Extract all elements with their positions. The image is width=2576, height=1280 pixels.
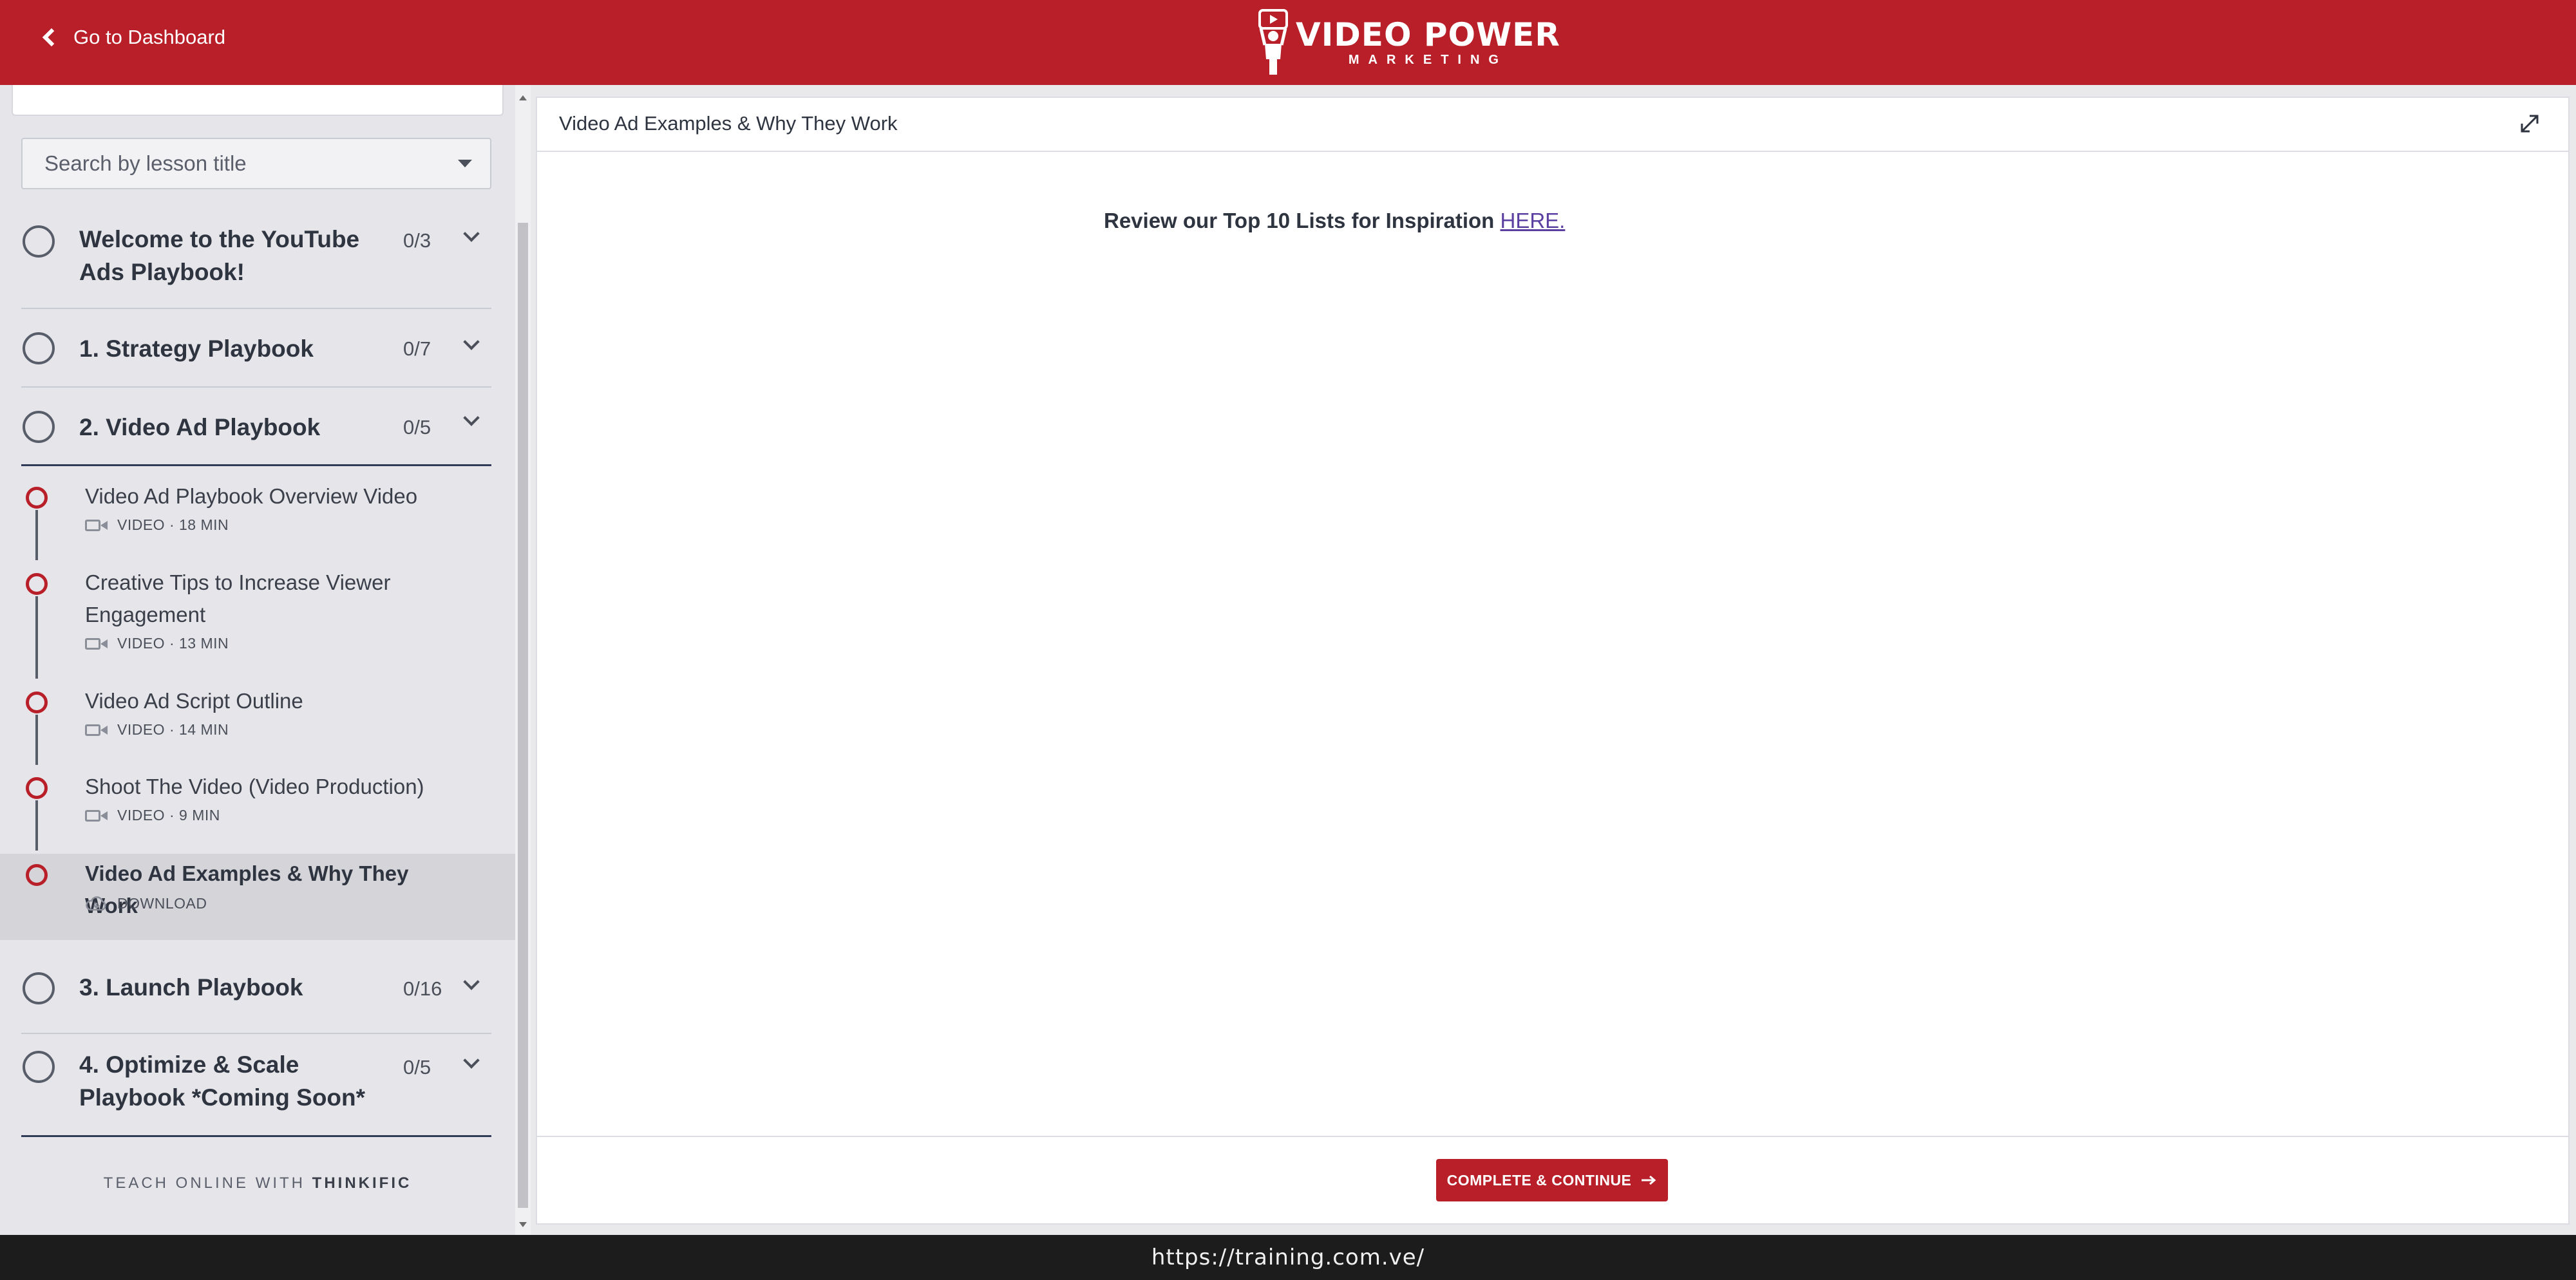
lesson-meta: DOWNLOAD <box>117 895 207 912</box>
video-camera-icon <box>85 809 108 822</box>
chapter-welcome[interactable]: Welcome to the YouTube Ads Playbook! 0/3 <box>21 214 491 309</box>
scroll-down-arrow-icon[interactable] <box>519 1222 527 1227</box>
expand-fullscreen-icon[interactable] <box>2517 111 2543 136</box>
footer-prefix: TEACH ONLINE WITH <box>103 1174 305 1192</box>
lesson-meta: VIDEO · 9 MIN <box>117 807 220 824</box>
chapter-progress-circle-icon <box>23 972 55 1004</box>
video-camera-icon <box>85 724 108 737</box>
lesson-status-circle-icon <box>26 692 48 713</box>
complete-and-continue-button[interactable]: COMPLETE & CONTINUE <box>1436 1159 1668 1201</box>
chevron-down-icon <box>463 974 480 990</box>
lesson-title: Video Ad Playbook Overview Video <box>85 484 418 508</box>
logo-sub-text: MARKETING <box>1348 53 1508 67</box>
here-link[interactable]: HERE. <box>1500 209 1565 232</box>
chapter-strategy-playbook[interactable]: 1. Strategy Playbook 0/7 <box>21 309 491 388</box>
chapter-count: 0/5 <box>403 1056 431 1078</box>
go-to-dashboard-link[interactable]: Go to Dashboard <box>39 26 225 49</box>
chapter-title: Welcome to the YouTube Ads Playbook! <box>79 226 360 285</box>
chapter-title: 3. Launch Playbook <box>79 974 303 1001</box>
chapter-title: 4. Optimize & Scale Playbook *Coming Soo… <box>79 1051 366 1111</box>
chapter-count: 0/5 <box>403 416 431 438</box>
footer-brand-name: THINKIFIC <box>312 1174 412 1192</box>
url-status-bar: https://training.com.ve/ <box>0 1235 2576 1280</box>
content-header: Video Ad Examples & Why They Work <box>537 98 2568 152</box>
scrollbar-thumb[interactable] <box>518 223 528 1208</box>
chapter-count: 0/16 <box>403 977 442 1000</box>
chevron-down-icon <box>463 334 480 350</box>
sidebar-top-search-box[interactable] <box>12 85 504 116</box>
lesson-item[interactable]: Creative Tips to Increase Viewer Engagem… <box>0 567 515 679</box>
lesson-item-current[interactable]: Video Ad Examples & Why They Work DOWNLO… <box>0 854 515 940</box>
url-text: https://training.com.ve/ <box>1151 1245 1425 1270</box>
lesson-item[interactable]: Shoot The Video (Video Production) VIDEO… <box>0 771 515 851</box>
chapter-launch-playbook[interactable]: 3. Launch Playbook 0/16 <box>21 955 491 1034</box>
chapter-title: 1. Strategy Playbook <box>79 335 314 362</box>
lesson-timeline-line <box>35 800 38 851</box>
lesson-page-title: Video Ad Examples & Why They Work <box>559 112 898 135</box>
chapter-progress-circle-icon <box>23 1051 55 1083</box>
lesson-status-circle-icon <box>26 573 48 595</box>
brand-logo[interactable]: VIDEO POWER MARKETING <box>1257 9 1560 76</box>
lesson-item[interactable]: Video Ad Playbook Overview Video VIDEO ·… <box>0 480 515 560</box>
top-header: Go to Dashboard VIDEO POWER MARKETING <box>0 0 2576 85</box>
lesson-timeline-line <box>35 715 38 765</box>
lesson-search-placeholder: Search by lesson title <box>44 151 247 175</box>
scroll-up-arrow-icon[interactable] <box>519 95 527 100</box>
chevron-down-icon <box>463 1052 480 1069</box>
chapter-count: 0/7 <box>403 337 431 360</box>
sidebar-scrollbar[interactable] <box>515 85 531 1235</box>
chapter-title: 2. Video Ad Playbook <box>79 414 321 440</box>
arrow-right-icon <box>1642 1175 1656 1185</box>
lesson-content-panel: Video Ad Examples & Why They Work Review… <box>536 97 2570 1225</box>
chapter-progress-circle-icon <box>23 225 55 258</box>
lesson-title: Creative Tips to Increase Viewer Engagem… <box>85 570 391 626</box>
lesson-meta: VIDEO · 14 MIN <box>117 721 229 738</box>
logo-main-text: VIDEO POWER <box>1296 16 1560 53</box>
lesson-title: Video Ad Examples & Why They Work <box>85 861 409 918</box>
lesson-timeline-line <box>35 596 38 679</box>
lesson-meta: VIDEO · 18 MIN <box>117 516 229 533</box>
thinkific-footer[interactable]: TEACH ONLINE WITH THINKIFIC <box>0 1174 515 1192</box>
chevron-left-icon <box>42 28 61 47</box>
lesson-status-circle-icon <box>26 864 48 886</box>
lesson-timeline-line <box>35 510 38 560</box>
lesson-search-select[interactable]: Search by lesson title <box>21 138 491 189</box>
content-footer: COMPLETE & CONTINUE <box>537 1136 2568 1223</box>
lesson-item[interactable]: Video Ad Script Outline VIDEO · 14 MIN <box>0 685 515 765</box>
go-to-dashboard-label: Go to Dashboard <box>73 26 226 48</box>
chevron-down-icon <box>463 409 480 426</box>
chapter-count: 0/3 <box>403 229 431 252</box>
caret-down-icon <box>458 160 472 167</box>
lesson-status-circle-icon <box>26 777 48 799</box>
course-sidebar: Search by lesson title Welcome to the Yo… <box>0 85 515 1235</box>
lesson-title: Video Ad Script Outline <box>85 689 303 713</box>
inspiration-paragraph: Review our Top 10 Lists for Inspiration … <box>1104 209 1565 233</box>
lesson-meta: VIDEO · 13 MIN <box>117 635 229 652</box>
chapter-progress-circle-icon <box>23 411 55 443</box>
inspiration-text: Review our Top 10 Lists for Inspiration <box>1104 209 1495 232</box>
video-camera-icon <box>85 637 108 650</box>
lesson-title: Shoot The Video (Video Production) <box>85 775 424 798</box>
chapter-optimize-scale-playbook[interactable]: 4. Optimize & Scale Playbook *Coming Soo… <box>21 1034 491 1137</box>
cloud-download-icon <box>86 896 106 910</box>
lesson-status-circle-icon <box>26 487 48 509</box>
presenter-figure-icon <box>1258 9 1288 75</box>
chapter-video-ad-playbook[interactable]: 2. Video Ad Playbook 0/5 <box>21 388 491 466</box>
video-camera-icon <box>85 519 108 532</box>
complete-button-label: COMPLETE & CONTINUE <box>1446 1171 1632 1189</box>
chevron-down-icon <box>463 225 480 242</box>
chapter-progress-circle-icon <box>23 332 55 364</box>
